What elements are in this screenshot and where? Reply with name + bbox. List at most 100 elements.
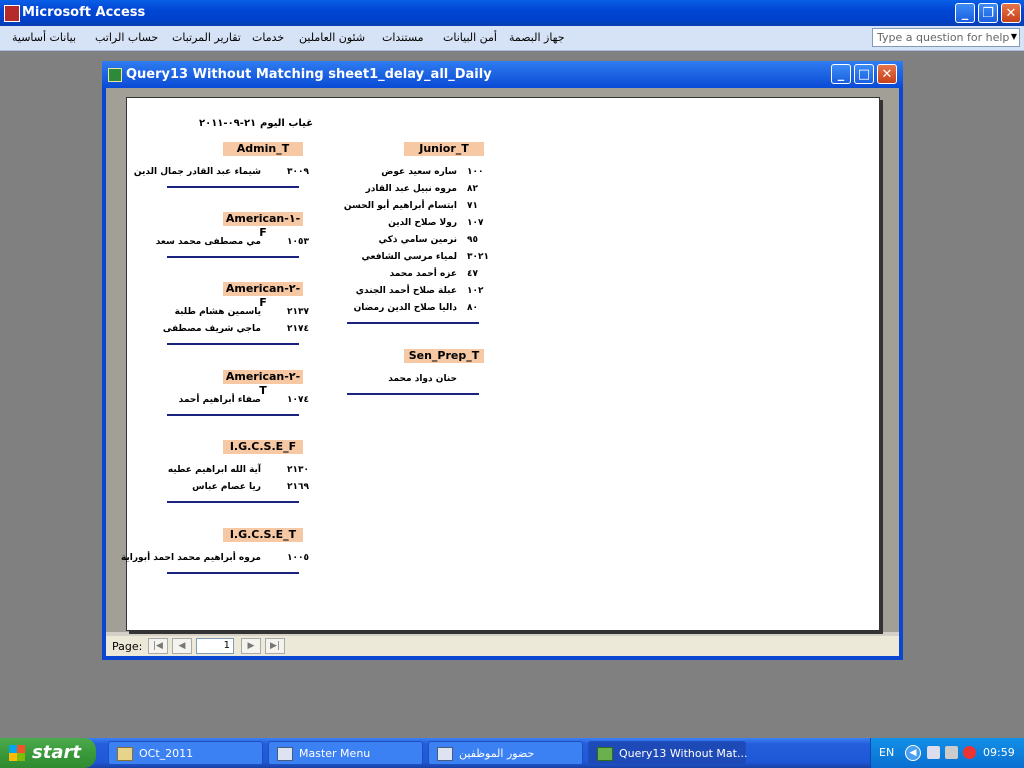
child-close-button[interactable]: ✕ — [877, 64, 897, 84]
form-icon — [437, 747, 453, 761]
employee-name: حنان دواد محمد — [388, 374, 457, 384]
employee-id: ٢١٧٤ — [287, 324, 309, 334]
employee-name: رولا صلاح الدين — [388, 218, 457, 228]
menu-services[interactable]: خدمات — [252, 31, 284, 44]
menu-basic-data[interactable]: بيانات أساسية — [12, 31, 76, 44]
group-header: I.G.C.S.E_T — [223, 528, 303, 542]
group-separator — [167, 186, 299, 188]
restore-button[interactable]: ❐ — [978, 3, 998, 23]
group-header: American-٢-T — [223, 370, 303, 397]
close-button[interactable]: ✕ — [1001, 3, 1021, 23]
employee-id: ١٠٧ — [467, 218, 484, 228]
page-number-input[interactable]: 1 — [196, 638, 234, 654]
group-separator — [167, 343, 299, 345]
employee-id: ٢١٣٧ — [287, 307, 309, 317]
menu-employee-affairs[interactable]: شئون العاملين — [299, 31, 365, 44]
network-icon[interactable] — [927, 746, 940, 759]
help-placeholder: Type a question for help — [877, 31, 1010, 44]
employee-name: شيماء عبد القادر جمال الدين — [133, 167, 261, 177]
group-header: Admin_T — [223, 142, 303, 156]
help-search-input[interactable]: Type a question for help ▼ — [872, 28, 1020, 47]
employee-name: مروه أبراهيم محمد احمد أبوراية — [120, 553, 261, 563]
report-window-title: Query13 Without Matching sheet1_delay_al… — [126, 67, 492, 82]
group-header: I.G.C.S.E_F — [223, 440, 303, 454]
group-header: American-١-F — [223, 212, 303, 239]
group-separator — [167, 414, 299, 416]
taskbar-item-attendance[interactable]: حضور الموظفين — [428, 741, 583, 765]
child-minimize-button[interactable]: _ — [831, 64, 851, 84]
clock: 09:59 — [983, 746, 1015, 759]
start-button[interactable]: start — [0, 738, 96, 768]
employee-name: مروه نبيل عبد القادر — [365, 184, 457, 194]
menu-documents[interactable]: مستندات — [382, 31, 424, 44]
employee-id: ٧١ — [467, 201, 478, 211]
employee-name: ياسمين هشام طلبة — [174, 307, 261, 317]
employee-name: نرمين سامي ذكي — [378, 235, 457, 245]
employee-name: صفاء أبراهيم أحمد — [178, 395, 261, 405]
print-preview-area: غياب اليوم ٢١-٠٩-٢٠١١ Admin_T شيماء عبد ا… — [106, 88, 899, 632]
report-window-title-bar: Query13 Without Matching sheet1_delay_al… — [102, 61, 903, 88]
app-title: Microsoft Access — [22, 5, 146, 20]
form-icon — [277, 747, 293, 761]
group-separator — [347, 393, 479, 395]
employee-id: ١٠٥٣ — [287, 237, 309, 247]
employee-id: ١٠٢ — [467, 286, 484, 296]
employee-name: لمياء مرسي الشافعي — [361, 252, 457, 262]
employee-name: ريا عصام عباس — [192, 482, 261, 492]
employee-id: ١٠٠٥ — [287, 553, 309, 563]
employee-name: داليا صلاح الدين رمضان — [353, 303, 457, 313]
employee-name: آية الله ابراهيم عطيه — [167, 465, 261, 475]
employee-id: ٣٠٠٩ — [287, 167, 309, 177]
employee-name: ابتسام أبراهيم أبو الحسن — [343, 201, 457, 211]
group-header: Junior_T — [404, 142, 484, 156]
report-date: ٢١-٠٩-٢٠١١ — [199, 118, 257, 129]
menu-salary-reports[interactable]: تقارير المرتبات — [172, 31, 241, 44]
menu-data-security[interactable]: أمن البيانات — [443, 31, 497, 44]
group-separator — [347, 322, 479, 324]
employee-id: ٢١٦٩ — [287, 482, 309, 492]
taskbar-item-folder[interactable]: OCt_2011 — [108, 741, 263, 765]
report-icon — [597, 747, 613, 761]
employee-name: عزه أحمد محمد — [389, 269, 457, 279]
taskbar-item-query13[interactable]: Query13 Without Mat... — [588, 741, 747, 765]
report-title: غياب اليوم — [260, 118, 314, 129]
last-page-icon[interactable]: ▶| — [265, 638, 285, 654]
volume-icon[interactable] — [945, 746, 958, 759]
employee-id: ٨٠ — [467, 303, 478, 313]
menu-bar: جهاز البصمة أمن البيانات مستندات شئون ال… — [0, 26, 1024, 51]
app-title-bar: Microsoft Access _ ❐ ✕ — [0, 0, 1024, 26]
child-maximize-button[interactable]: □ — [854, 64, 874, 84]
menu-attendance-device[interactable]: جهاز البصمة — [509, 31, 565, 44]
employee-name: مي مصطفى محمد سعد — [155, 237, 261, 247]
page-label: Page: — [112, 640, 143, 653]
group-separator — [167, 501, 299, 503]
employee-id: ٩٥ — [467, 235, 478, 245]
page-navigation-bar: Page: |◀ ◀ 1 ▶ ▶| — [106, 636, 899, 656]
report-page: غياب اليوم ٢١-٠٩-٢٠١١ Admin_T شيماء عبد ا… — [121, 97, 880, 631]
minimize-button[interactable]: _ — [955, 3, 975, 23]
menu-salary-calc[interactable]: حساب الراتب — [95, 31, 158, 44]
language-indicator[interactable]: EN — [879, 746, 894, 759]
dropdown-arrow-icon[interactable]: ▼ — [1011, 32, 1017, 41]
show-hidden-icons-icon[interactable]: ◀ — [905, 745, 921, 761]
prev-page-icon[interactable]: ◀ — [172, 638, 192, 654]
employee-id: ٢١٣٠ — [287, 465, 309, 475]
access-app-icon — [4, 5, 20, 22]
group-separator — [167, 256, 299, 258]
employee-name: عبلة صلاح أحمد الجندي — [355, 286, 457, 296]
employee-id: ٨٢ — [467, 184, 478, 194]
group-header: Sen_Prep_T — [404, 349, 484, 363]
next-page-icon[interactable]: ▶ — [241, 638, 261, 654]
taskbar: start OCt_2011 Master Menu حضور الموظفين… — [0, 738, 1024, 768]
first-page-icon[interactable]: |◀ — [148, 638, 168, 654]
employee-id: ٣٠٢١ — [467, 252, 489, 262]
report-icon — [108, 68, 122, 82]
employee-name: ماجي شريف مصطفى — [162, 324, 261, 334]
employee-id: ١٠٧٤ — [287, 395, 309, 405]
folder-icon — [117, 747, 133, 761]
security-icon[interactable] — [963, 746, 976, 759]
employee-id: ٤٧ — [467, 269, 478, 279]
taskbar-item-master-menu[interactable]: Master Menu — [268, 741, 423, 765]
report-body: غياب اليوم ٢١-٠٩-٢٠١١ Admin_T شيماء عبد ا… — [106, 88, 899, 656]
group-header: American-٢-F — [223, 282, 303, 309]
